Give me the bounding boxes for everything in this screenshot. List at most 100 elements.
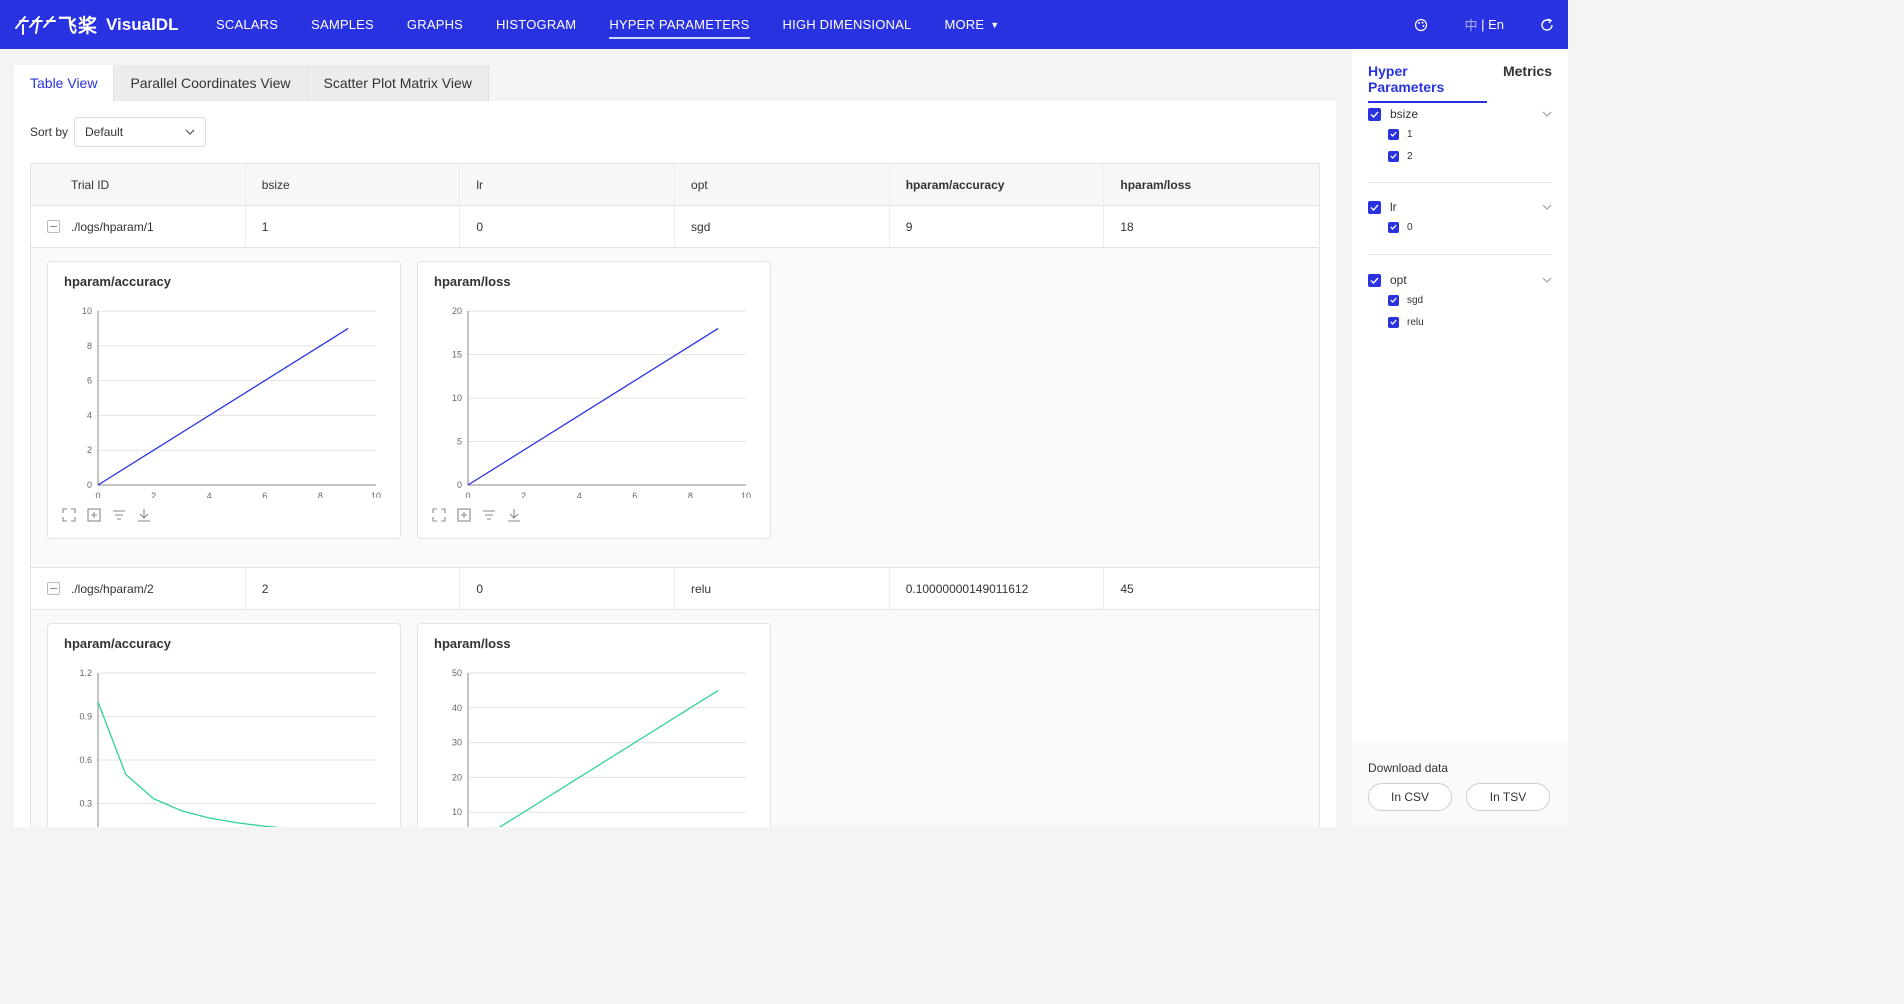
checkbox-checked-icon[interactable] bbox=[1388, 316, 1399, 328]
nav-graphs[interactable]: GRAPHS bbox=[407, 0, 463, 49]
filter-option-label: relu bbox=[1407, 316, 1424, 328]
checkbox-checked-icon[interactable] bbox=[1368, 200, 1381, 214]
maximize-icon[interactable] bbox=[62, 506, 87, 524]
palette-icon[interactable] bbox=[1414, 18, 1428, 32]
line-chart[interactable]: 10 20 30 40 50 bbox=[418, 660, 772, 827]
table-row[interactable]: ./logs/hparam/2 2 0 relu 0.1000000014901… bbox=[31, 568, 1319, 610]
filter-group-header[interactable]: opt bbox=[1368, 271, 1552, 289]
filter-option[interactable]: 2 bbox=[1368, 145, 1552, 167]
filter-option[interactable]: 0 bbox=[1368, 216, 1552, 238]
nav-hyper-parameters[interactable]: HYPER PARAMETERS bbox=[609, 0, 750, 49]
caret-down-icon: ▼ bbox=[990, 19, 1000, 30]
opt-cell: sgd bbox=[675, 206, 890, 247]
app-logo[interactable]: 飞桨 VisualDL bbox=[14, 11, 204, 38]
filter-lines-icon[interactable] bbox=[482, 506, 507, 524]
line-chart[interactable]: 0 2 4 6 8 10 0 2 4 6 8 10 bbox=[48, 298, 402, 498]
chevron-down-icon[interactable] bbox=[1542, 111, 1552, 117]
filter-group-header[interactable]: bsize bbox=[1368, 105, 1552, 123]
checkbox-checked-icon[interactable] bbox=[1388, 128, 1399, 140]
checkbox-checked-icon[interactable] bbox=[1388, 294, 1399, 306]
y-tick-label: 30 bbox=[452, 738, 462, 748]
y-tick-label: 0 bbox=[87, 480, 92, 490]
checkbox-checked-icon[interactable] bbox=[1368, 273, 1381, 287]
refresh-icon[interactable] bbox=[1540, 17, 1554, 32]
header-trial-id[interactable]: Trial ID bbox=[31, 164, 246, 205]
filter-group-bsize: bsize 1 2 bbox=[1368, 105, 1552, 167]
checkbox-checked-icon[interactable] bbox=[1388, 221, 1399, 233]
paddle-logo-icon bbox=[15, 15, 56, 35]
filter-option[interactable]: 1 bbox=[1368, 123, 1552, 145]
y-tick-label: 8 bbox=[87, 341, 92, 351]
filter-group-name: opt bbox=[1390, 273, 1407, 287]
chart-toolbar bbox=[62, 506, 162, 524]
x-tick-label: 0 bbox=[465, 491, 470, 498]
chart-card: hparam/accuracy 0.3 0.6 0.9 1.2 bbox=[47, 623, 401, 827]
chart-card: hparam/accuracy 0 2 4 6 8 10 0 2 4 6 8 10 bbox=[47, 261, 401, 539]
x-tick-label: 0 bbox=[95, 491, 100, 498]
filter-option[interactable]: relu bbox=[1368, 311, 1552, 333]
y-tick-label: 20 bbox=[452, 306, 462, 316]
lang-zh: 中 bbox=[1464, 18, 1478, 33]
chart-title: hparam/accuracy bbox=[64, 274, 171, 289]
line-chart[interactable]: 0.3 0.6 0.9 1.2 bbox=[48, 660, 402, 827]
chart-toolbar bbox=[432, 506, 532, 524]
fit-screen-icon[interactable] bbox=[457, 506, 482, 524]
download-icon[interactable] bbox=[507, 506, 532, 524]
nav-more[interactable]: MORE ▼ bbox=[944, 0, 999, 49]
loss-cell: 18 bbox=[1120, 219, 1134, 234]
download-csv-button[interactable]: In CSV bbox=[1368, 783, 1452, 811]
filter-group-name: lr bbox=[1390, 200, 1397, 214]
tab-hyper-parameters[interactable]: Hyper Parameters bbox=[1368, 63, 1487, 103]
accuracy-cell: 9 bbox=[890, 206, 1105, 247]
header-bsize[interactable]: bsize bbox=[246, 164, 461, 205]
collapse-toggle-icon[interactable] bbox=[47, 582, 60, 595]
sort-select[interactable]: Default bbox=[74, 117, 207, 147]
tab-scatter-plot-matrix-view[interactable]: Scatter Plot Matrix View bbox=[307, 65, 489, 101]
nav-more-label: MORE bbox=[944, 17, 985, 32]
series-line bbox=[97, 327, 349, 486]
view-tabs: Table View Parallel Coordinates View Sca… bbox=[14, 65, 1336, 101]
nav-samples[interactable]: SAMPLES bbox=[311, 0, 374, 49]
filter-group-header[interactable]: lr bbox=[1368, 198, 1552, 216]
chevron-down-icon[interactable] bbox=[1542, 204, 1552, 210]
trials-table: Trial ID bsize lr opt hparam/accuracy hp… bbox=[30, 163, 1320, 827]
tab-metrics[interactable]: Metrics bbox=[1503, 63, 1552, 103]
maximize-icon[interactable] bbox=[432, 506, 457, 524]
sort-bar: Sort by Default bbox=[30, 117, 207, 147]
language-switch[interactable]: 中 | En bbox=[1464, 15, 1504, 34]
table-row[interactable]: ./logs/hparam/1 1 0 sgd 9 18 bbox=[31, 206, 1319, 248]
filter-option[interactable]: sgd bbox=[1368, 289, 1552, 311]
chart-card: hparam/loss 0 5 10 15 20 0 2 4 6 8 10 bbox=[417, 261, 771, 539]
nav-high-dimensional[interactable]: HIGH DIMENSIONAL bbox=[783, 0, 912, 49]
header-accuracy[interactable]: hparam/accuracy bbox=[890, 164, 1105, 205]
header-loss[interactable]: hparam/loss bbox=[1104, 164, 1319, 205]
y-tick-label: 10 bbox=[82, 306, 92, 316]
fit-screen-icon[interactable] bbox=[87, 506, 112, 524]
tab-parallel-coordinates-view[interactable]: Parallel Coordinates View bbox=[114, 65, 308, 101]
checkbox-checked-icon[interactable] bbox=[1388, 150, 1399, 162]
download-icon[interactable] bbox=[137, 506, 162, 524]
chart-title: hparam/loss bbox=[434, 636, 511, 651]
line-chart[interactable]: 0 5 10 15 20 0 2 4 6 8 10 bbox=[418, 298, 772, 498]
nav-right-tools: 中 | En bbox=[1378, 0, 1554, 49]
nav-scalars[interactable]: SCALARS bbox=[216, 0, 278, 49]
chart-card: hparam/loss 10 20 30 40 50 bbox=[417, 623, 771, 827]
trial-id-cell: ./logs/hparam/2 bbox=[31, 568, 246, 609]
collapse-toggle-icon[interactable] bbox=[47, 220, 60, 233]
y-tick-label: 15 bbox=[452, 350, 462, 360]
y-tick-label: 40 bbox=[452, 703, 462, 713]
tab-table-view[interactable]: Table View bbox=[14, 65, 115, 101]
chevron-down-icon[interactable] bbox=[1542, 277, 1552, 283]
y-tick-label: 2 bbox=[87, 445, 92, 455]
y-tick-label: 0.3 bbox=[79, 799, 92, 809]
x-tick-label: 8 bbox=[688, 491, 693, 498]
header-opt[interactable]: opt bbox=[675, 164, 890, 205]
filter-lines-icon[interactable] bbox=[112, 506, 137, 524]
row-expanded-charts: hparam/accuracy 0 2 4 6 8 10 0 2 4 6 8 10 hparam/lo… bbox=[31, 248, 1319, 568]
chart-title: hparam/accuracy bbox=[64, 636, 171, 651]
nav-histogram[interactable]: HISTOGRAM bbox=[496, 0, 576, 49]
header-lr[interactable]: lr bbox=[460, 164, 676, 205]
checkbox-checked-icon[interactable] bbox=[1368, 107, 1381, 121]
download-tsv-button[interactable]: In TSV bbox=[1466, 783, 1550, 811]
filter-option-label: sgd bbox=[1407, 294, 1424, 306]
